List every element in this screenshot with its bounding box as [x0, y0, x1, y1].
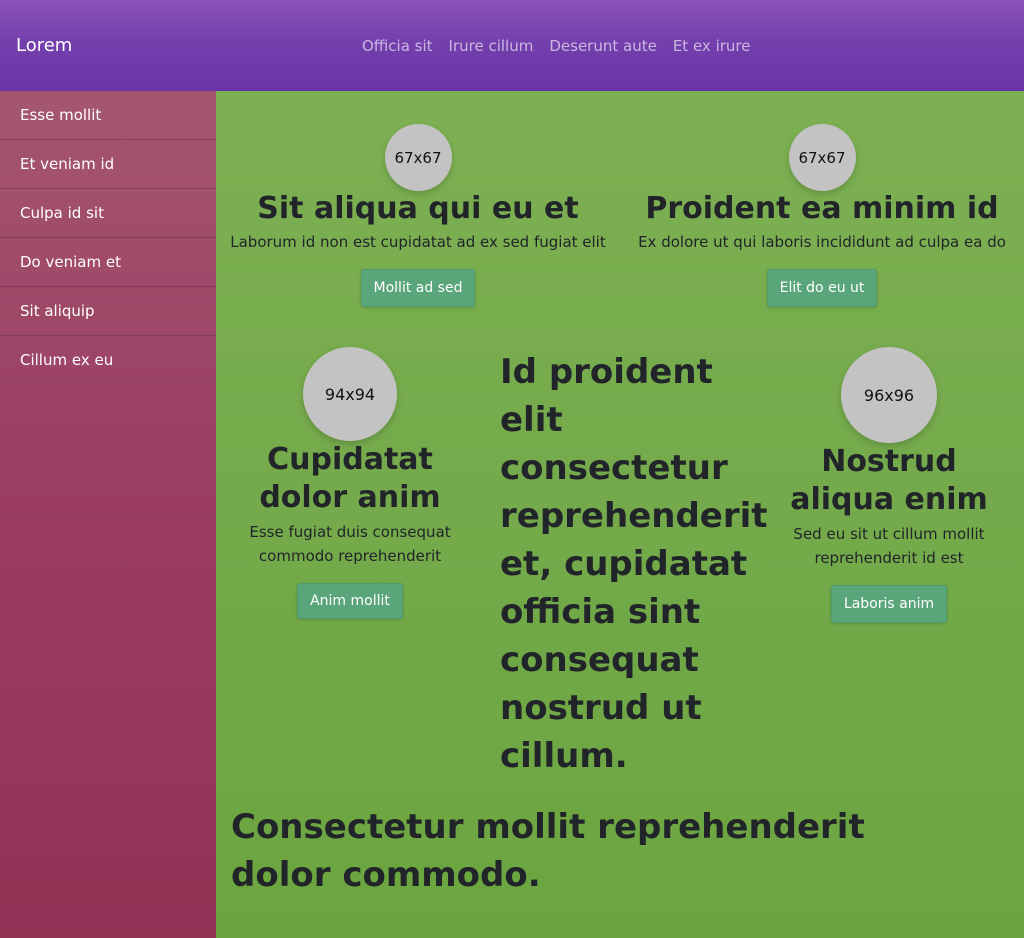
card-text: Ex dolore ut qui laboris incididunt ad c…: [638, 233, 1006, 251]
nav-link-irure-cillum[interactable]: Irure cillum: [441, 36, 542, 56]
top-navbar: Lorem Officia sit Irure cillum Deserunt …: [0, 0, 1024, 91]
avatar-placeholder: 67x67: [788, 124, 856, 191]
avatar-placeholder: 96x96: [841, 347, 937, 443]
card-sit-aliqua: 67x67 Sit aliqua qui eu et Laborum id no…: [230, 124, 606, 307]
sidebar-item-cillum-ex-eu[interactable]: Cillum ex eu: [0, 336, 216, 385]
elit-do-eu-ut-button[interactable]: Elit do eu ut: [766, 269, 878, 307]
mollit-ad-sed-button[interactable]: Mollit ad sed: [360, 269, 476, 307]
card-text: Sed eu sit ut cillum mollit reprehenderi…: [793, 525, 985, 567]
avatar-placeholder: 94x94: [303, 347, 397, 441]
sidebar-item-esse-mollit[interactable]: Esse mollit: [0, 91, 216, 140]
nav-links: Officia sit Irure cillum Deserunt aute E…: [354, 36, 758, 56]
card-title: Proident ea minim id: [645, 191, 999, 226]
nav-link-deserunt-aute[interactable]: Deserunt aute: [541, 36, 664, 56]
main-content: 67x67 Sit aliqua qui eu et Laborum id no…: [216, 91, 1024, 938]
card-title: Cupidatat dolor anim: [259, 442, 441, 515]
sidebar-item-sit-aliquip[interactable]: Sit aliquip: [0, 287, 216, 336]
card-text: Esse fugiat duis consequat commodo repre…: [249, 523, 451, 565]
brand-logo[interactable]: Lorem: [16, 34, 72, 58]
center-heading: Id proident elit consectetur reprehender…: [500, 352, 768, 776]
card-proident-ea: 67x67 Proident ea minim id Ex dolore ut …: [634, 124, 1010, 307]
sidebar: Esse mollit Et veniam id Culpa id sit Do…: [0, 91, 216, 938]
card-title: Sit aliqua qui eu et: [257, 191, 579, 226]
avatar-placeholder: 67x67: [384, 124, 452, 191]
nav-link-et-ex-irure[interactable]: Et ex irure: [665, 36, 759, 56]
card-title: Nostrud aliqua enim: [790, 444, 988, 517]
sidebar-item-do-veniam-et[interactable]: Do veniam et: [0, 238, 216, 287]
card-nostrud-aliqua: 96x96 Nostrud aliqua enim Sed eu sit ut …: [774, 347, 1004, 623]
card-cupidatat-dolor: 94x94 Cupidatat dolor anim Esse fugiat d…: [232, 347, 468, 619]
sidebar-item-et-veniam-id[interactable]: Et veniam id: [0, 140, 216, 189]
footer-heading: Consectetur mollit reprehenderit dolor c…: [231, 807, 865, 895]
laboris-anim-button[interactable]: Laboris anim: [830, 585, 948, 623]
anim-mollit-button[interactable]: Anim mollit: [297, 583, 403, 619]
nav-link-officia-sit[interactable]: Officia sit: [354, 36, 441, 56]
card-text: Laborum id non est cupidatat ad ex sed f…: [230, 233, 606, 251]
sidebar-item-culpa-id-sit[interactable]: Culpa id sit: [0, 189, 216, 238]
